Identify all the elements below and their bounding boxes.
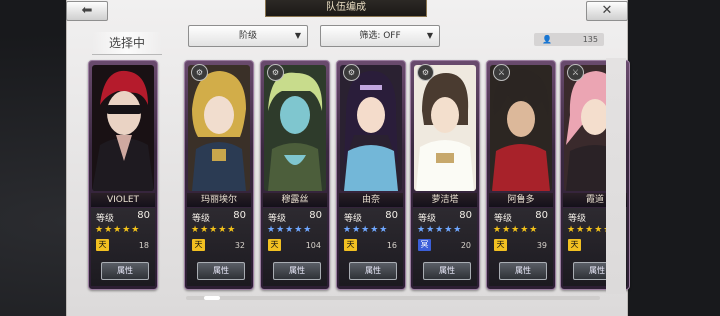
level-value: 80 [137, 210, 150, 221]
star-rating: ★★★★★ [267, 225, 313, 235]
card-name: 阿鲁多 [489, 193, 553, 207]
attribute-button[interactable]: 属性 [197, 262, 245, 280]
attribute-button[interactable]: 属性 [273, 262, 321, 280]
attribute-button[interactable]: 属性 [499, 262, 547, 280]
filter-dropdown[interactable]: 筛选: OFF ▼ [320, 25, 440, 47]
level-value: 80 [385, 210, 398, 221]
level-label: 等级 [418, 214, 437, 224]
card-info: 等级 80 ★★★★★ 天 39 属性 [489, 208, 553, 286]
character-card[interactable]: ⚙ 穆露丝 等级 80 ★★★★★ 天 104 属性 [260, 60, 330, 290]
level-value: 80 [459, 210, 472, 221]
card-count: 32 [234, 241, 245, 250]
star-rating: ★★★★★ [417, 225, 463, 235]
portrait-rojeta [414, 65, 476, 191]
level-label: 等级 [96, 214, 115, 224]
rank-dropdown-label: 阶级 [238, 31, 257, 41]
rank-badge-icon: 天 [268, 239, 281, 251]
character-card[interactable]: ⚔ 阿鲁多 等级 80 ★★★★★ 天 39 属性 [486, 60, 556, 290]
portrait-aludo [490, 65, 552, 191]
attribute-button[interactable]: 属性 [349, 262, 397, 280]
card-count: 104 [305, 241, 321, 250]
portrait-violet [92, 65, 154, 191]
chevron-down-icon: ▼ [294, 31, 301, 40]
level-value: 80 [535, 210, 548, 221]
scrollbar-track[interactable] [186, 296, 600, 300]
rank-badge-icon: 天 [494, 239, 507, 251]
selected-character-card[interactable]: VIOLET 等级 80 ★★★★★ 天 18 属性 [88, 60, 158, 290]
card-info: 等级 80 ★★★★★ 天 18 属性 [91, 208, 155, 286]
rank-badge-icon: 天 [568, 239, 581, 251]
attribute-button[interactable]: 属性 [101, 262, 149, 280]
character-card[interactable]: ⚙ 萝洁塔 等级 80 ★★★★★ 冥 20 属性 [410, 60, 480, 290]
back-button[interactable]: ⬅ [66, 1, 108, 21]
level-label: 等级 [568, 214, 587, 224]
card-info: 等级 80 ★★★★★ 天 104 属性 [263, 208, 327, 286]
card-list: VIOLET 等级 80 ★★★★★ 天 18 属性 ⚙ 玛丽埃尔 等级 80 … [88, 60, 630, 292]
back-arrow-icon: ⬅ [81, 3, 93, 18]
level-label: 等级 [344, 214, 363, 224]
character-card[interactable]: ⚙ 玛丽埃尔 等级 80 ★★★★★ 天 32 属性 [184, 60, 254, 290]
card-count: 18 [138, 241, 149, 250]
level-label: 等级 [192, 214, 211, 224]
rank-badge-icon: 冥 [418, 239, 431, 251]
filter-dropdown-label: 筛选: OFF [359, 31, 401, 41]
person-icon: 👤 [542, 35, 552, 44]
weapon-icon: ⚙ [343, 64, 360, 81]
chevron-down-icon: ▼ [426, 31, 433, 40]
weapon-icon: ⚙ [417, 64, 434, 81]
card-info: 等级 80 ★★★★★ 天 32 属性 [187, 208, 251, 286]
card-count: 20 [460, 241, 471, 250]
card-name: 穆露丝 [263, 193, 327, 207]
portrait-murus [264, 65, 326, 191]
weapon-icon: ⚔ [567, 64, 584, 81]
level-label: 等级 [268, 214, 287, 224]
close-icon: ✕ [601, 3, 613, 18]
selecting-label: 选择中 [92, 32, 162, 55]
scrollbar-thumb[interactable] [204, 296, 220, 300]
character-card[interactable]: ⚙ 由奈 等级 80 ★★★★★ 天 16 属性 [336, 60, 406, 290]
card-name: 由奈 [339, 193, 403, 207]
card-name: VIOLET [91, 193, 155, 207]
close-button[interactable]: ✕ [586, 1, 628, 21]
star-rating: ★★★★★ [343, 225, 389, 235]
card-count: 16 [386, 241, 397, 250]
rank-dropdown[interactable]: 阶级 ▼ [188, 25, 308, 47]
level-label: 等级 [494, 214, 513, 224]
weapon-icon: ⚙ [191, 64, 208, 81]
card-count: 39 [536, 241, 547, 250]
character-count: 👤 135 [534, 33, 604, 46]
star-rating: ★★★★★ [493, 225, 539, 235]
card-name: 萝洁塔 [413, 193, 477, 207]
card-info: 等级 80 ★★★★★ 冥 20 属性 [413, 208, 477, 286]
star-rating: ★★★★★ [95, 225, 141, 235]
rank-badge-icon: 天 [344, 239, 357, 251]
portrait-yuna [340, 65, 402, 191]
list-clip-edge [606, 58, 626, 294]
level-value: 80 [233, 210, 246, 221]
rank-badge-icon: 天 [96, 239, 109, 251]
page-title: 队伍编成 [265, 0, 427, 17]
card-info: 等级 80 ★★★★★ 天 16 属性 [339, 208, 403, 286]
count-value: 135 [582, 35, 598, 44]
level-value: 80 [309, 210, 322, 221]
star-rating: ★★★★★ [191, 225, 237, 235]
attribute-button[interactable]: 属性 [423, 262, 471, 280]
portrait-mariel [188, 65, 250, 191]
rank-badge-icon: 天 [192, 239, 205, 251]
weapon-icon: ⚙ [267, 64, 284, 81]
card-name: 玛丽埃尔 [187, 193, 251, 207]
weapon-icon: ⚔ [493, 64, 510, 81]
